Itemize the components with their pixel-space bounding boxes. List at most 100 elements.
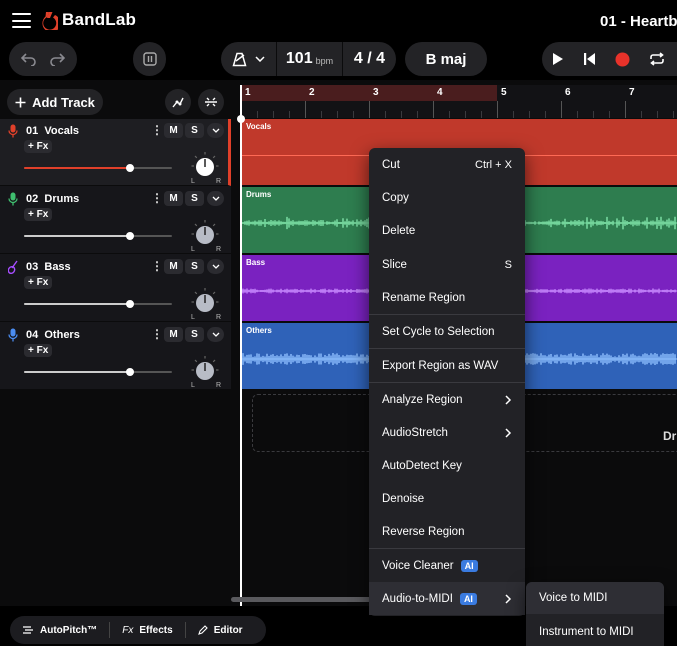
ai-badge: AI xyxy=(459,592,477,605)
bar-number: 2 xyxy=(309,87,315,98)
track-more-icon[interactable]: ⋮ xyxy=(151,191,163,205)
pencil-icon xyxy=(197,625,208,635)
menu-item-autodetect-key[interactable]: AutoDetect Key xyxy=(369,449,525,482)
menu-item-copy[interactable]: Copy xyxy=(369,181,525,214)
skip-back-icon[interactable] xyxy=(583,52,596,66)
menu-item-voice-cleaner[interactable]: Voice Cleaner AI xyxy=(369,549,525,582)
track-more-icon[interactable]: ⋮ xyxy=(151,327,163,341)
solo-button[interactable]: S xyxy=(185,123,204,138)
menu-item-instrument-to-midi[interactable]: Instrument to MIDI xyxy=(526,616,664,646)
add-fx-button[interactable]: + Fx xyxy=(24,208,53,221)
autopitch-label: AutoPitch™ xyxy=(40,624,98,636)
add-fx-button[interactable]: + Fx xyxy=(24,344,53,357)
tempo-field[interactable]: 101 bpm xyxy=(277,42,343,76)
track-name[interactable]: 01 Vocals xyxy=(26,125,79,137)
automation-button[interactable] xyxy=(165,89,191,115)
menu-item-rename-region[interactable]: Rename Region xyxy=(369,281,525,314)
track-name[interactable]: 03 Bass xyxy=(26,261,71,273)
loop-icon[interactable] xyxy=(649,52,665,66)
track-expand-button[interactable] xyxy=(207,259,224,274)
split-stems-button[interactable] xyxy=(198,89,224,115)
track-expand-button[interactable] xyxy=(207,123,224,138)
solo-button[interactable]: S xyxy=(185,259,204,274)
menu-item-reverse-region[interactable]: Reverse Region xyxy=(369,515,525,548)
volume-thumb[interactable] xyxy=(126,368,134,376)
cycle-region[interactable] xyxy=(241,85,497,101)
pan-knob[interactable]: L R xyxy=(190,355,222,389)
chevron-down-icon xyxy=(212,128,219,133)
key-selector[interactable]: B maj xyxy=(405,42,487,76)
menu-item-analyze-region[interactable]: Analyze Region xyxy=(369,383,525,416)
undo-icon[interactable] xyxy=(21,52,37,66)
mute-button[interactable]: M xyxy=(164,327,183,342)
horizontal-scrollbar[interactable] xyxy=(231,597,371,602)
volume-slider[interactable] xyxy=(24,164,172,172)
pan-right-label: R xyxy=(216,382,222,389)
track-header-others[interactable]: 04 Others ⋮ M S + Fx L R xyxy=(0,323,231,390)
autopitch-button[interactable]: AutoPitch™ xyxy=(10,622,109,638)
track-expand-button[interactable] xyxy=(207,191,224,206)
metronome-button[interactable] xyxy=(221,42,277,76)
playhead[interactable] xyxy=(240,85,242,606)
track-header-vocals[interactable]: 01 Vocals ⋮ M S + Fx L R xyxy=(0,119,231,186)
audio-to-midi-submenu: Voice to MIDI Instrument to MIDI xyxy=(526,582,664,646)
time-signature-field[interactable]: 4 / 4 xyxy=(343,42,396,76)
track-expand-button[interactable] xyxy=(207,327,224,342)
track-name[interactable]: 04 Others xyxy=(26,329,80,341)
track-name[interactable]: 02 Drums xyxy=(26,193,79,205)
timeline-ruler[interactable]: 1 2 3 4 5 6 7 xyxy=(241,85,677,118)
bar-number: 5 xyxy=(501,87,507,98)
menu-item-audiostretch[interactable]: AudioStretch xyxy=(369,416,525,449)
effects-button[interactable]: Fx Effects xyxy=(109,622,184,638)
record-icon[interactable] xyxy=(615,52,630,67)
solo-button[interactable]: S xyxy=(185,191,204,206)
volume-thumb[interactable] xyxy=(126,164,134,172)
volume-thumb[interactable] xyxy=(126,300,134,308)
play-icon[interactable] xyxy=(552,52,564,66)
undo-redo-group xyxy=(9,42,77,76)
pan-knob-icon xyxy=(191,152,219,176)
editor-button[interactable]: Editor xyxy=(184,622,255,638)
mic-icon xyxy=(8,192,18,206)
transport-controls xyxy=(542,42,677,76)
menu-item-slice[interactable]: Slice S xyxy=(369,248,525,281)
time-signature: 4 / 4 xyxy=(353,50,386,67)
mute-button[interactable]: M xyxy=(164,191,183,206)
menu-item-denoise[interactable]: Denoise xyxy=(369,482,525,515)
menu-item-set-cycle[interactable]: Set Cycle to Selection xyxy=(369,315,525,348)
menu-item-delete[interactable]: Delete xyxy=(369,214,525,247)
menu-item-export-wav[interactable]: Export Region as WAV xyxy=(369,349,525,382)
snap-button[interactable] xyxy=(133,42,166,76)
bar-number: 1 xyxy=(245,87,251,98)
volume-slider[interactable] xyxy=(24,232,172,240)
playhead-handle[interactable] xyxy=(237,115,245,123)
chevron-right-icon xyxy=(505,427,512,438)
pan-knob[interactable]: L R xyxy=(190,287,221,321)
volume-thumb[interactable] xyxy=(126,232,134,240)
bandlab-logo[interactable]: BandLab xyxy=(40,10,136,30)
add-fx-button[interactable]: + Fx xyxy=(24,276,53,289)
menu-icon[interactable] xyxy=(12,13,31,28)
track-header-bass[interactable]: 03 Bass ⋮ M S + Fx L R xyxy=(0,255,231,322)
solo-button[interactable]: S xyxy=(185,327,204,342)
pan-knob[interactable]: L R xyxy=(190,151,221,185)
mute-button[interactable]: M xyxy=(164,123,183,138)
add-fx-button[interactable]: + Fx xyxy=(24,140,53,153)
pan-knob-icon xyxy=(191,356,219,380)
project-title[interactable]: 01 - Heartbre xyxy=(600,13,677,30)
chevron-right-icon xyxy=(505,593,512,604)
track-more-icon[interactable]: ⋮ xyxy=(151,259,163,273)
redo-icon[interactable] xyxy=(49,52,65,66)
menu-item-audio-to-midi[interactable]: Audio-to-MIDI AI xyxy=(369,582,525,615)
volume-slider[interactable] xyxy=(24,300,172,308)
mute-button[interactable]: M xyxy=(164,259,183,274)
pan-left-label: L xyxy=(191,382,195,389)
pan-knob[interactable]: L R xyxy=(190,219,221,253)
volume-slider[interactable] xyxy=(24,368,172,376)
add-track-button[interactable]: Add Track xyxy=(7,89,103,115)
track-more-icon[interactable]: ⋮ xyxy=(151,123,163,137)
bpm-unit: bpm xyxy=(315,56,334,66)
menu-item-voice-to-midi[interactable]: Voice to MIDI xyxy=(526,582,664,614)
menu-item-cut[interactable]: Cut Ctrl + X xyxy=(369,148,525,181)
track-header-drums[interactable]: 02 Drums ⋮ M S + Fx L R xyxy=(0,187,231,254)
